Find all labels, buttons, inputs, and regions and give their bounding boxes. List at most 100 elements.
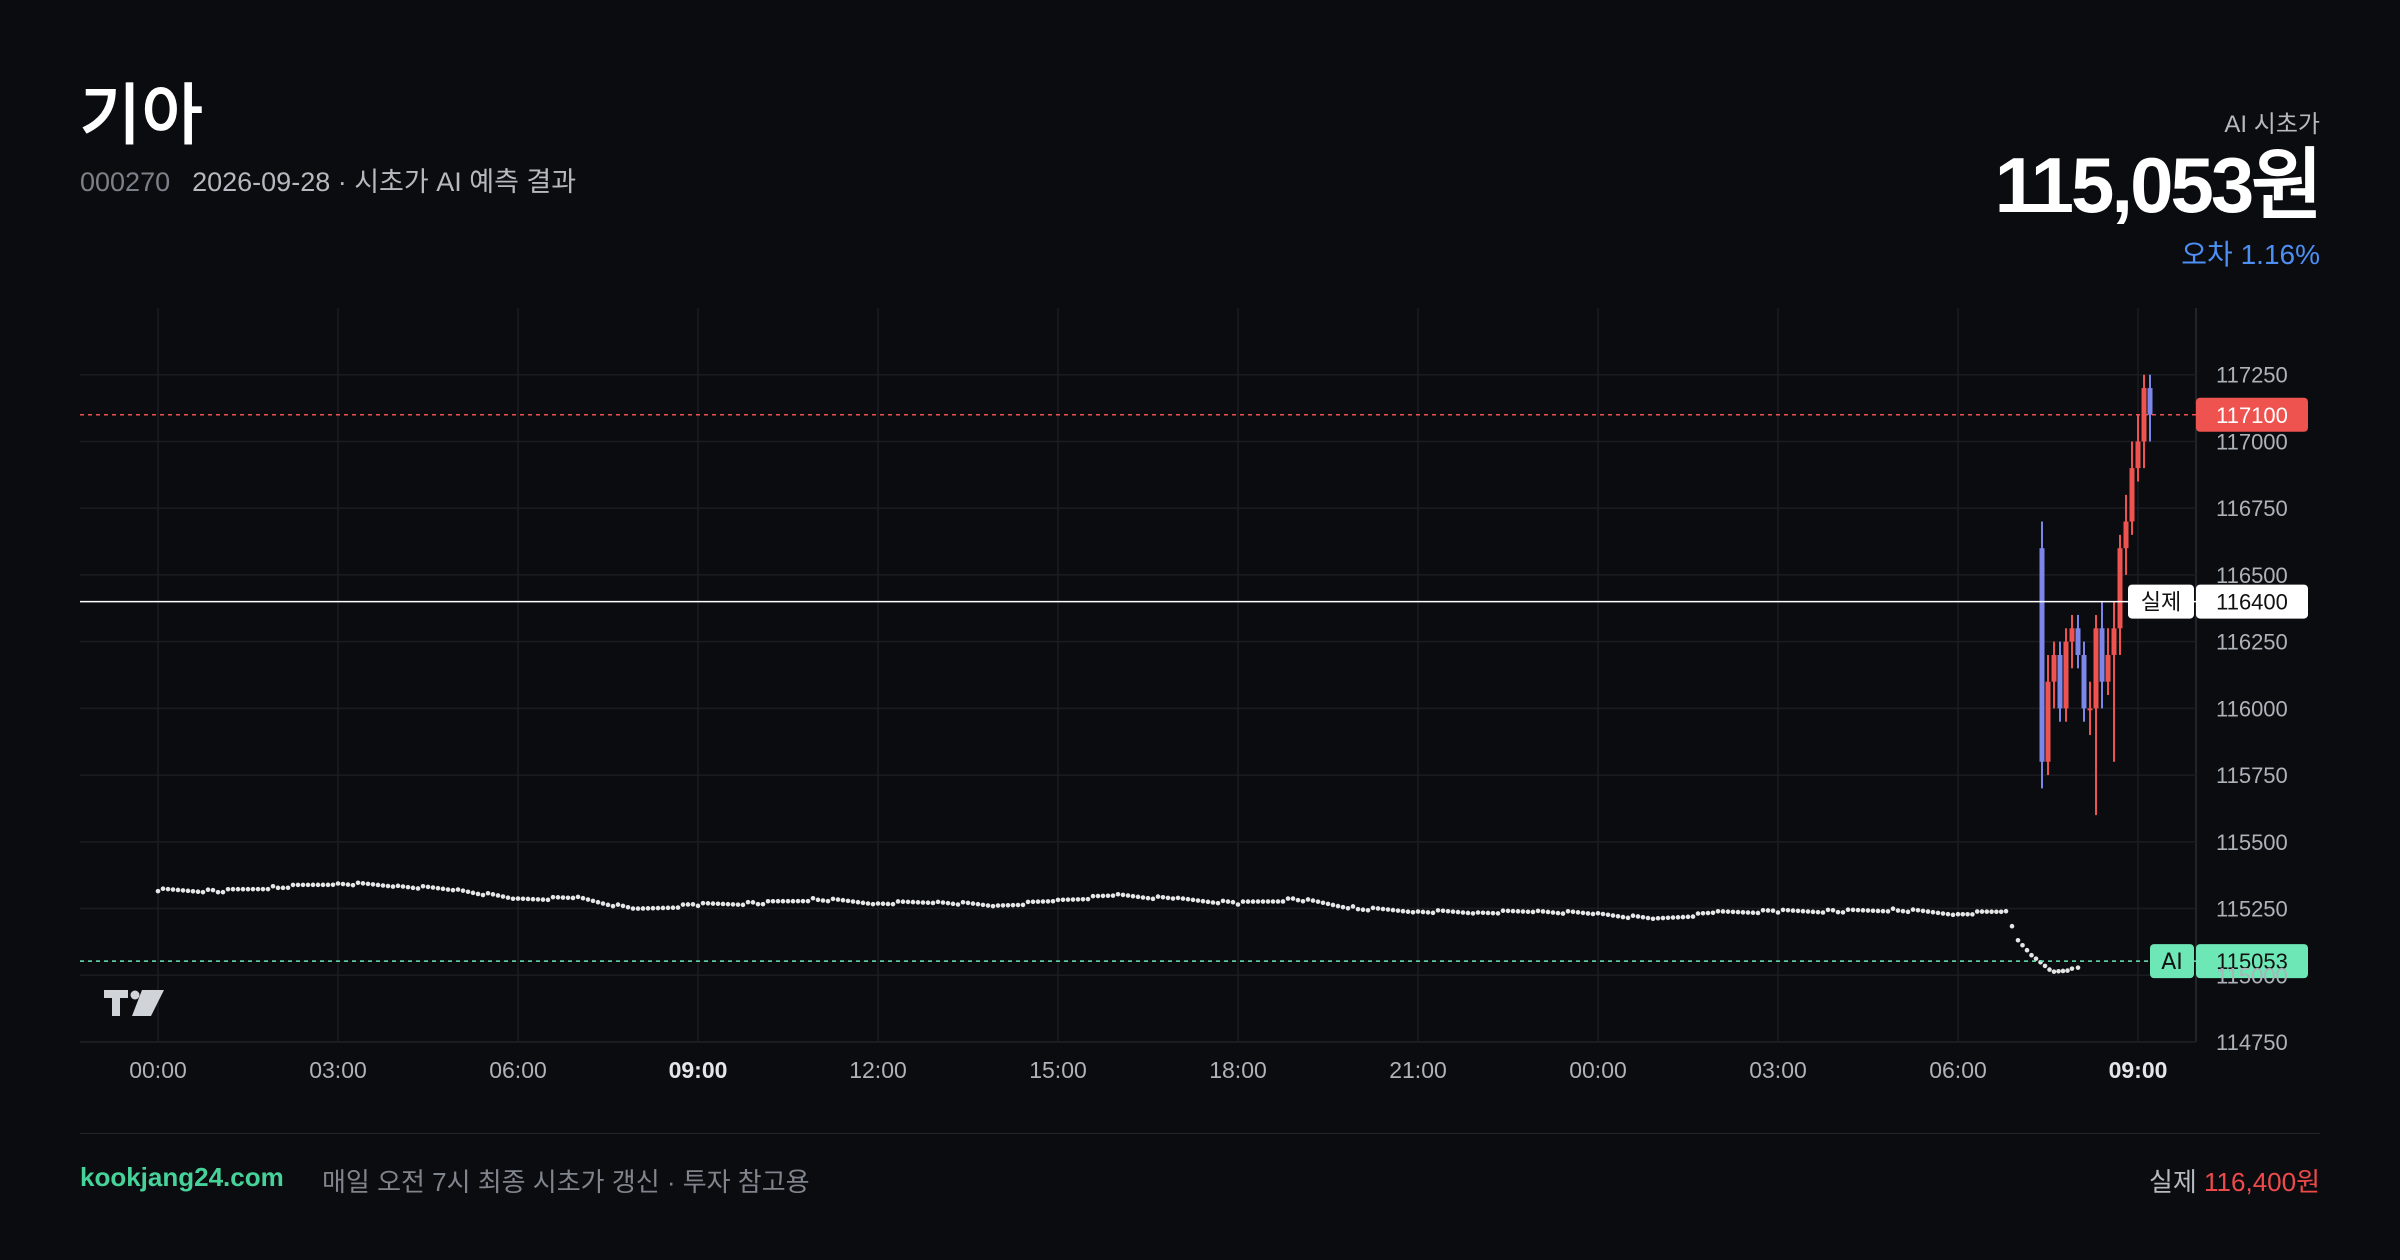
line-dot (1760, 907, 1766, 913)
line-dot (1415, 909, 1421, 914)
price-chart[interactable]: 117100116400실제115053AI 11725011700011675… (0, 300, 2400, 1080)
line-dot (1255, 899, 1261, 904)
line-dot (2075, 965, 2081, 970)
line-dot (290, 882, 296, 888)
line-dot (1490, 910, 1496, 916)
line-dot (175, 887, 181, 893)
tv-logo-dot (130, 990, 140, 1000)
line-dot (205, 887, 211, 892)
line-dot (885, 901, 891, 907)
line-dot (690, 902, 696, 907)
line-dot (1865, 908, 1871, 913)
candle-body (2063, 641, 2069, 709)
candle-body (2147, 388, 2153, 415)
line-dot (845, 898, 851, 904)
line-dot (1595, 910, 1601, 916)
line-dot (890, 901, 896, 907)
line-dot (1440, 908, 1446, 914)
line-dot (795, 898, 801, 904)
line-dot (840, 897, 846, 903)
line-dot (1240, 899, 1246, 904)
line-dot (1020, 902, 1026, 908)
line-dot (1085, 896, 1091, 902)
y-tick-label: 117250 (2216, 363, 2288, 388)
line-dot (950, 901, 956, 907)
line-dot (440, 886, 446, 892)
chart-series (155, 374, 2153, 974)
line-dot (160, 886, 166, 891)
line-dot (1550, 910, 1556, 915)
line-dot (1630, 913, 1636, 919)
line-dot (335, 881, 341, 886)
line-dot (970, 901, 976, 906)
line-dot (210, 887, 216, 893)
line-dot (1880, 908, 1886, 914)
line-dot (870, 901, 876, 907)
x-tick-label: 03:00 (309, 1057, 367, 1080)
line-dot (740, 902, 746, 908)
line-dot (915, 900, 921, 905)
line-dot (1335, 903, 1341, 909)
line-dot (405, 884, 411, 890)
line-dot (1620, 914, 1626, 920)
price-tag-name: 실제 (2141, 591, 2181, 616)
stock-subtitle: 000270 2026-09-28 · 시초가 AI 예측 결과 (80, 160, 576, 199)
footer-divider (80, 1133, 2320, 1134)
line-dot (1815, 909, 1821, 915)
line-dot (1485, 910, 1491, 916)
line-dot (500, 894, 506, 899)
line-dot (530, 896, 536, 902)
line-dot (1720, 909, 1726, 914)
line-dot (1825, 907, 1831, 913)
line-dot (535, 897, 541, 902)
line-dot (940, 900, 946, 905)
line-dot (490, 892, 496, 897)
line-dot (1795, 908, 1801, 914)
line-dot (925, 900, 931, 906)
line-dot (640, 906, 646, 911)
actual-price: 실제 116,400원 (2149, 1162, 2320, 1199)
line-dot (300, 882, 306, 888)
candle-body (2051, 654, 2057, 682)
line-dot (835, 897, 841, 902)
candle-body (2093, 628, 2099, 709)
line-dot (850, 899, 856, 904)
y-tick-label: 115000 (2216, 963, 2288, 988)
line-dot (1470, 911, 1476, 916)
line-dot (1840, 910, 1846, 915)
line-dot (2056, 968, 2061, 974)
line-dot (1610, 913, 1616, 918)
line-dot (180, 888, 186, 893)
line-dot (345, 882, 351, 887)
line-dot (200, 889, 206, 895)
tradingview-logo (104, 990, 164, 1016)
line-dot (1135, 894, 1141, 900)
candle-body (2069, 628, 2075, 642)
line-dot (1540, 909, 1546, 914)
line-dot (1025, 899, 1031, 905)
line-dot (1820, 910, 1826, 915)
price-tag-value: 117100 (2216, 403, 2288, 428)
line-dot (955, 902, 961, 907)
x-tick-label: 03:00 (1749, 1057, 1807, 1080)
subtitle-text: 2026-09-28 · 시초가 AI 예측 결과 (192, 167, 577, 197)
line-dot (1870, 908, 1876, 914)
line-dot (350, 882, 356, 888)
line-dot (1970, 912, 1975, 917)
line-dot (1185, 896, 1191, 902)
line-dot (1055, 897, 1061, 903)
line-dot (445, 887, 451, 892)
line-dot (1930, 909, 1936, 915)
line-dot (1585, 911, 1591, 916)
line-dot (660, 905, 666, 911)
line-dot (1045, 899, 1051, 904)
line-dot (765, 898, 771, 904)
y-tick-label: 115500 (2216, 830, 2288, 855)
line-dot (1845, 907, 1851, 913)
line-dot (1325, 901, 1331, 907)
line-dot (1160, 894, 1166, 900)
line-dot (455, 887, 461, 892)
line-dot (790, 898, 796, 904)
line-dot (1955, 911, 1961, 917)
site-link[interactable]: kookjang24.com (80, 1162, 284, 1193)
